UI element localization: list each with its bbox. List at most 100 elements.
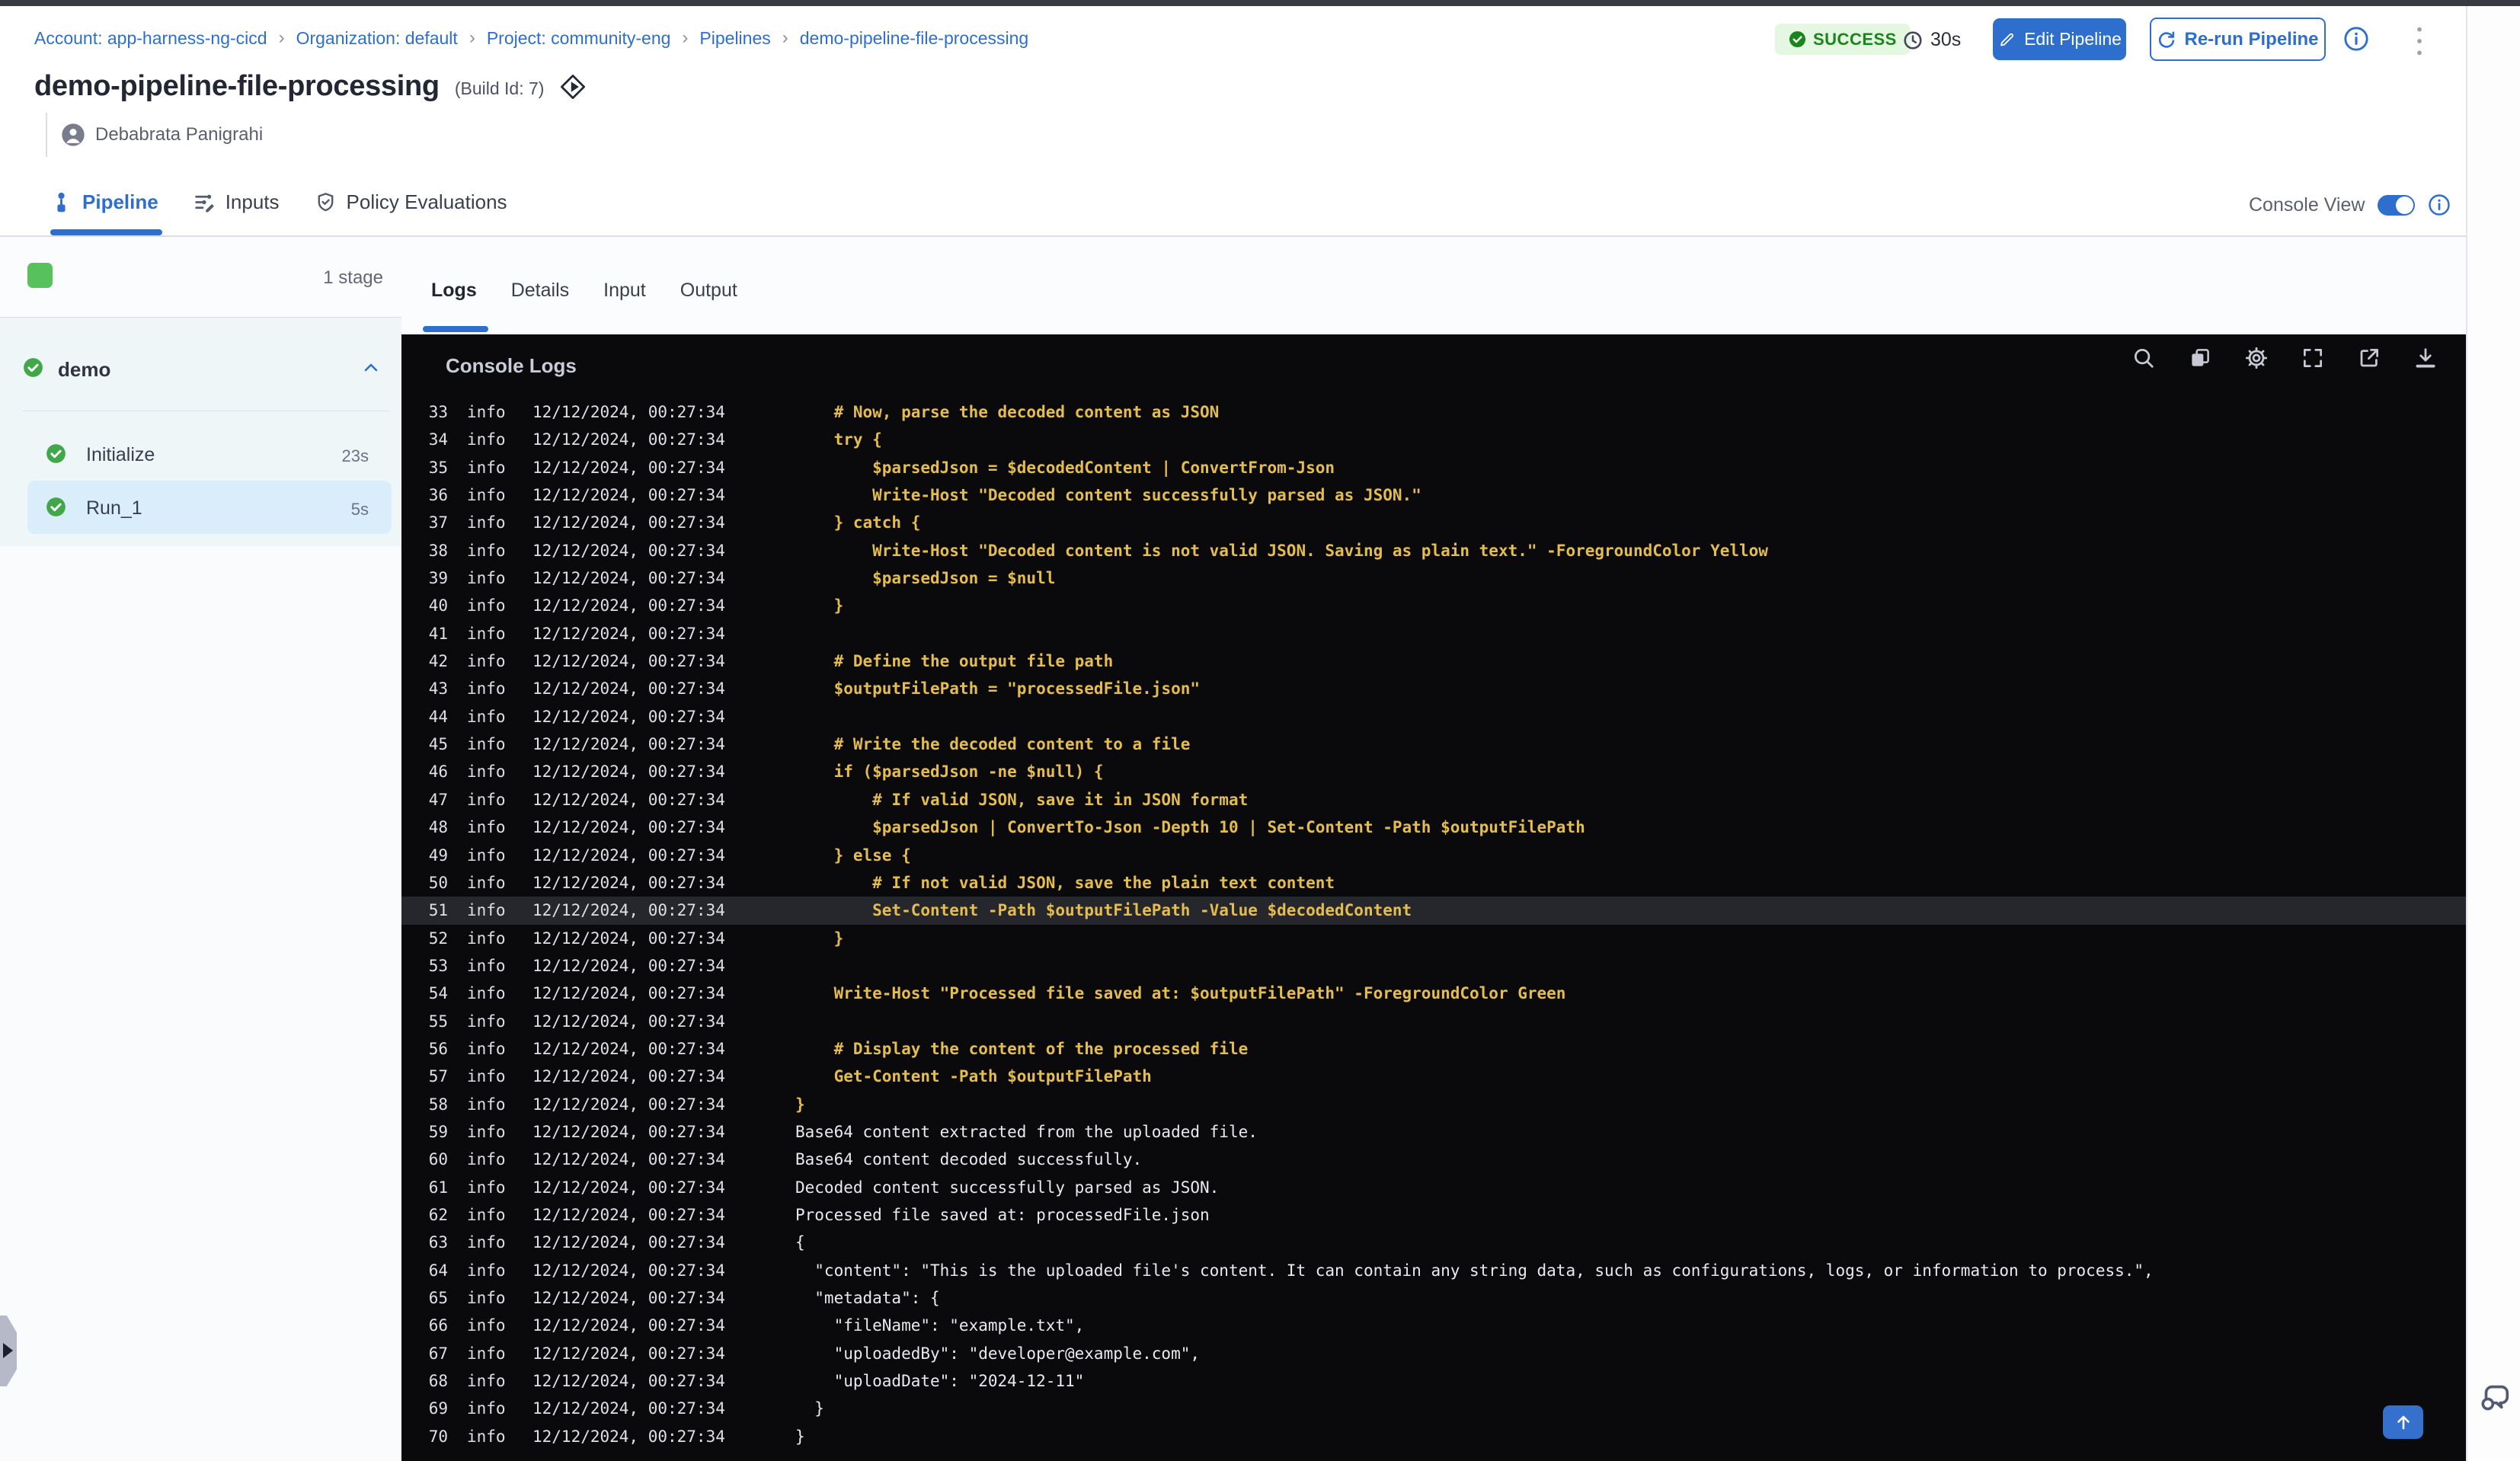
log-row[interactable]: 34 info 12/12/2024, 00:27:34 try {: [401, 426, 2466, 453]
edit-pipeline-button[interactable]: Edit Pipeline: [1993, 18, 2126, 60]
log-row[interactable]: 47 info 12/12/2024, 00:27:34 # If valid JS…: [401, 786, 2466, 814]
log-timestamp: 12/12/2024, 00:27:34: [532, 901, 725, 920]
log-timestamp: 12/12/2024, 00:27:34: [532, 1150, 725, 1169]
log-row[interactable]: 67 info 12/12/2024, 00:27:34 "uploadedBy":…: [401, 1340, 2466, 1367]
breadcrumb-item[interactable]: Project: community-eng: [487, 28, 671, 49]
log-message: "fileName": "example.txt",: [795, 1316, 1085, 1335]
line-number: 52: [428, 929, 448, 948]
log-row[interactable]: 48 info 12/12/2024, 00:27:34 $parsedJson |…: [401, 814, 2466, 841]
log-message: Write-Host "Decoded content successfully…: [795, 486, 1421, 505]
log-row[interactable]: 64 info 12/12/2024, 00:27:34 "content": "T…: [401, 1257, 2466, 1284]
tab-pipeline[interactable]: Pipeline: [50, 190, 158, 214]
log-row[interactable]: 60 info 12/12/2024, 00:27:34 Base64 content…: [401, 1146, 2466, 1173]
log-tab-logs[interactable]: Logs: [431, 280, 477, 302]
stage-group-demo[interactable]: demo: [0, 344, 401, 391]
line-number: 64: [428, 1261, 448, 1280]
log-row[interactable]: 58 info 12/12/2024, 00:27:34}: [401, 1091, 2466, 1118]
log-tab-input[interactable]: Input: [603, 280, 646, 302]
log-tab-output[interactable]: Output: [680, 280, 737, 302]
log-row[interactable]: 38 info 12/12/2024, 00:27:34 Write-Host "D…: [401, 537, 2466, 564]
inputs-icon: [193, 191, 216, 213]
log-row[interactable]: 56 info 12/12/2024, 00:27:34 # Display the…: [401, 1035, 2466, 1063]
log-message: {: [795, 1233, 805, 1252]
log-level: info: [467, 1150, 506, 1169]
status-badge: SUCCESS: [1775, 24, 1911, 55]
log-level: info: [467, 818, 506, 837]
step-initialize[interactable]: Initialize 23s: [27, 430, 392, 478]
rerun-info-icon[interactable]: [2343, 26, 2369, 52]
log-row[interactable]: 42 info 12/12/2024, 00:27:34 # Define the …: [401, 647, 2466, 675]
log-message: Decoded content successfully parsed as J…: [795, 1178, 1220, 1197]
breadcrumb-item[interactable]: Account: app-harness-ng-cicd: [34, 28, 267, 49]
log-row[interactable]: 49 info 12/12/2024, 00:27:34 } else {: [401, 842, 2466, 869]
line-number: 67: [428, 1344, 448, 1363]
log-message: Base64 content extracted from the upload…: [795, 1122, 1258, 1141]
log-row[interactable]: 51 info 12/12/2024, 00:27:34 Set-Content -…: [401, 897, 2466, 925]
tab-policy-evaluations[interactable]: Policy Evaluations: [315, 190, 507, 214]
more-options-menu-icon[interactable]: [2403, 23, 2436, 59]
open-in-new-icon[interactable]: [2358, 347, 2381, 369]
chevron-up-icon[interactable]: [362, 359, 380, 377]
log-timestamp: 12/12/2024, 00:27:34: [532, 707, 725, 726]
step-run_1[interactable]: Run_1 5s: [27, 481, 392, 534]
log-row[interactable]: 55 info 12/12/2024, 00:27:34: [401, 1008, 2466, 1035]
log-row[interactable]: 50 info 12/12/2024, 00:27:34 # If not vali…: [401, 869, 2466, 897]
line-number: 38: [428, 541, 448, 560]
log-row[interactable]: 39 info 12/12/2024, 00:27:34 $parsedJson =…: [401, 564, 2466, 592]
log-row[interactable]: 62 info 12/12/2024, 00:27:34 Processed file…: [401, 1201, 2466, 1229]
stage-group-name: demo: [58, 358, 111, 381]
log-message: Write-Host "Decoded content is not valid…: [795, 541, 1768, 560]
console-view-info-icon[interactable]: [2428, 193, 2451, 216]
log-level: info: [467, 1289, 506, 1307]
line-number: 70: [428, 1427, 448, 1446]
log-row[interactable]: 68 info 12/12/2024, 00:27:34 "uploadDate":…: [401, 1367, 2466, 1395]
log-row[interactable]: 69 info 12/12/2024, 00:27:34 }: [401, 1395, 2466, 1422]
log-row[interactable]: 46 info 12/12/2024, 00:27:34 if ($parsedJs…: [401, 758, 2466, 785]
log-row[interactable]: 44 info 12/12/2024, 00:27:34: [401, 703, 2466, 730]
breadcrumb-item[interactable]: Organization: default: [296, 28, 458, 49]
log-row[interactable]: 43 info 12/12/2024, 00:27:34 $outputFilePa…: [401, 675, 2466, 702]
breadcrumb-item[interactable]: Pipelines: [699, 28, 770, 49]
log-row[interactable]: 59 info 12/12/2024, 00:27:34 Base64 content…: [401, 1118, 2466, 1146]
page-title: demo-pipeline-file-processing: [34, 70, 440, 102]
log-row[interactable]: 53 info 12/12/2024, 00:27:34: [401, 952, 2466, 980]
settings-icon[interactable]: [2245, 347, 2268, 369]
log-row[interactable]: 33 info 12/12/2024, 00:27:34 # Now, parse …: [401, 398, 2466, 426]
console-title: Console Logs: [446, 354, 577, 377]
check-circle-icon: [46, 443, 66, 464]
log-row[interactable]: 37 info 12/12/2024, 00:27:34 } catch {: [401, 509, 2466, 536]
rerun-pipeline-button[interactable]: Re-run Pipeline: [2150, 18, 2326, 61]
scroll-to-top-button[interactable]: [2383, 1405, 2423, 1439]
log-row[interactable]: 66 info 12/12/2024, 00:27:34 "fileName": "…: [401, 1312, 2466, 1339]
log-row[interactable]: 57 info 12/12/2024, 00:27:34 Get-Content -…: [401, 1063, 2466, 1090]
log-row[interactable]: 63 info 12/12/2024, 00:27:34 {: [401, 1229, 2466, 1256]
console-view-toggle[interactable]: [2378, 194, 2416, 216]
copy-icon[interactable]: [2189, 347, 2211, 369]
stage-list: demo Initialize 23s Run_1 5s: [0, 318, 401, 546]
log-row[interactable]: 40 info 12/12/2024, 00:27:34 }: [401, 592, 2466, 619]
log-row[interactable]: 65 info 12/12/2024, 00:27:34 "metadata": {: [401, 1284, 2466, 1312]
log-level: info: [467, 846, 506, 865]
download-icon[interactable]: [2414, 347, 2437, 369]
line-number: 59: [428, 1122, 448, 1141]
log-row[interactable]: 41 info 12/12/2024, 00:27:34: [401, 620, 2466, 647]
log-tab-details[interactable]: Details: [511, 280, 569, 302]
log-row[interactable]: 54 info 12/12/2024, 00:27:34 Write-Host "P…: [401, 980, 2466, 1007]
line-number: 69: [428, 1399, 448, 1418]
log-timestamp: 12/12/2024, 00:27:34: [532, 541, 725, 560]
fullscreen-icon[interactable]: [2301, 347, 2324, 369]
tab-inputs[interactable]: Inputs: [193, 190, 280, 214]
log-row[interactable]: 61 info 12/12/2024, 00:27:34 Decoded conten…: [401, 1174, 2466, 1201]
help-chat-icon[interactable]: [2477, 1380, 2512, 1415]
line-number: 36: [428, 486, 448, 505]
log-row[interactable]: 35 info 12/12/2024, 00:27:34 $parsedJson =…: [401, 454, 2466, 481]
line-number: 54: [428, 984, 448, 1003]
search-icon[interactable]: [2132, 347, 2155, 369]
log-row[interactable]: 52 info 12/12/2024, 00:27:34 }: [401, 925, 2466, 952]
log-timestamp: 12/12/2024, 00:27:34: [532, 1261, 725, 1280]
window-top-strip: [0, 0, 2520, 6]
breadcrumb-item[interactable]: demo-pipeline-file-processing: [800, 28, 1028, 49]
log-row[interactable]: 45 info 12/12/2024, 00:27:34 # Write the d…: [401, 730, 2466, 758]
log-row[interactable]: 36 info 12/12/2024, 00:27:34 Write-Host "D…: [401, 481, 2466, 509]
log-row[interactable]: 70 info 12/12/2024, 00:27:34}: [401, 1423, 2466, 1450]
